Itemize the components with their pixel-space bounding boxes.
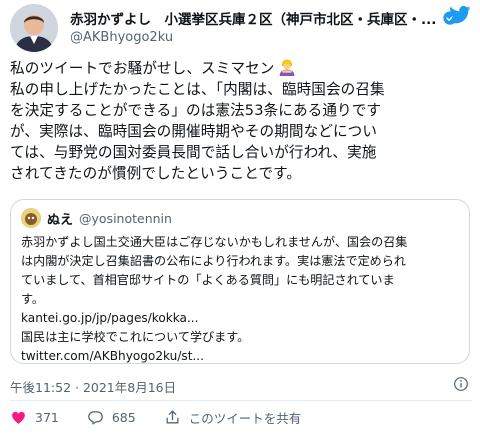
reply-count: 685 [111, 409, 136, 425]
tweet-line: 私のツイートでお騒がせし、スミマセン [10, 58, 472, 79]
quoted-author-name: ぬえ [47, 212, 74, 228]
info-icon[interactable] [453, 376, 469, 392]
author-display-name[interactable]: 赤羽かずよし 小選挙区兵庫２区（神戸市北区・兵庫区・... [70, 8, 436, 28]
quoted-line: 赤羽かずよし国土交通大臣はご存じないかもしれませんが、国会の召集 [21, 235, 408, 249]
quoted-link[interactable]: twitter.com/AKBhyogo2ku/st... [21, 347, 461, 366]
tweet-line: されてきたのが慣例でしたということです。 [10, 165, 302, 182]
share-icon [166, 409, 179, 423]
tweet-timestamp[interactable]: 午後11:52 · 2021年8月16日 [10, 377, 176, 396]
heart-icon [12, 411, 25, 424]
divider [10, 400, 472, 401]
profile-photo-icon [10, 4, 58, 52]
quoted-author-avatar [21, 208, 41, 228]
share-label: このツイートを共有 [188, 410, 302, 426]
author-avatar[interactable] [10, 4, 58, 52]
tweet-actions: 371 685 このツイートを共有 [10, 405, 301, 429]
like-button[interactable]: 371 [10, 409, 59, 426]
tweet-line: を決定することができる」のは憲法53条にある通りです [10, 102, 382, 119]
quoted-line: す。 [21, 292, 44, 306]
author-name-row[interactable]: 赤羽かずよし 小選挙区兵庫２区（神戸市北区・兵庫区・... [70, 8, 458, 28]
twitter-logo-icon[interactable] [449, 6, 471, 24]
tweet-line: が、実際は、臨時国会の開催時期やその期間などについ [10, 123, 378, 140]
nue-avatar-icon [21, 208, 41, 228]
quoted-line: ていまして、首相官邸サイトの「よくある質問」にも明記されていま [21, 273, 395, 287]
reply-button[interactable]: 685 [87, 409, 136, 426]
tweet-header: 赤羽かずよし 小選挙区兵庫２区（神戸市北区・兵庫区・... @AKBhyogo2… [0, 0, 480, 56]
author-handle[interactable]: @AKBhyogo2ku [70, 30, 173, 45]
like-count: 371 [35, 409, 59, 425]
person-bowing-emoji [279, 59, 294, 76]
quoted-link[interactable]: kantei.go.jp/jp/pages/kokka... [21, 309, 461, 328]
quoted-author-handle: @yosinotennin [79, 210, 172, 226]
tweet-body: 私のツイートでお騒がせし、スミマセン 私の申し上げたかったことは、「内閣は、臨時… [10, 58, 472, 184]
quoted-line: は内閣が決定し召集詔書の公布により行われます。実は憲法で定められ [21, 254, 406, 268]
quoted-tweet-header: ぬえ @yosinotennin [21, 208, 172, 228]
tweet-line: ては、与野党の国対委員長間で話し合いが行われ、実施 [10, 144, 377, 161]
quoted-tweet[interactable]: ぬえ @yosinotennin 赤羽かずよし国土交通大臣はご存じないかもしれま… [10, 199, 470, 364]
share-button[interactable]: このツイートを共有 [164, 408, 302, 427]
tweet-line: 私の申し上げたかったことは、「内閣は、臨時国会の召集 [10, 81, 385, 98]
quoted-line: 国民は主に学校でこれについて学びます。 [21, 330, 250, 344]
comment-icon [87, 410, 103, 425]
quoted-tweet-body: 赤羽かずよし国土交通大臣はご存じないかもしれませんが、国会の召集 は内閣が決定し… [21, 233, 461, 366]
